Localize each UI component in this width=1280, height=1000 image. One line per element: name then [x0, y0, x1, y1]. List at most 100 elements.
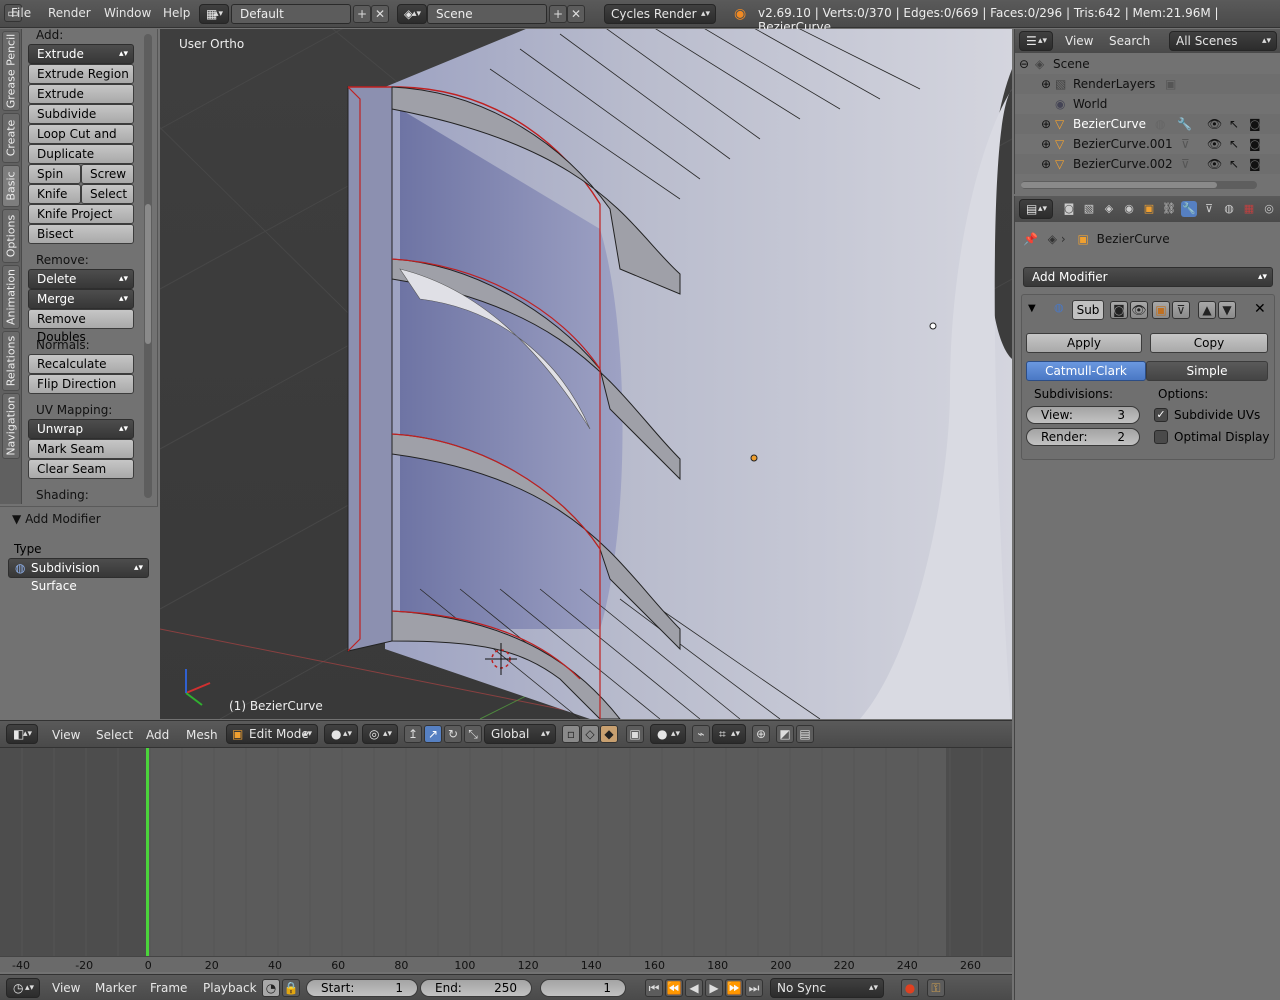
scene-tab-icon[interactable]: ◈ [1101, 201, 1117, 217]
render-layers-tab-icon[interactable]: ▧ [1081, 201, 1097, 217]
current-frame-field[interactable]: 1 [540, 979, 626, 997]
menu-mesh[interactable]: Mesh [186, 728, 218, 742]
face-select-icon[interactable]: ◆ [600, 725, 618, 743]
subdivide-button[interactable]: Subdivide [28, 104, 134, 124]
jump-end-icon[interactable]: ⏭ [745, 979, 763, 997]
expand-icon[interactable]: ⊕ [1041, 154, 1051, 174]
world-tab-icon[interactable]: ◉ [1121, 201, 1137, 217]
snap-element-dropdown[interactable]: ⌗ ▴▾ [712, 724, 746, 744]
prev-keyframe-icon[interactable]: ⏪ [665, 979, 683, 997]
menu-view[interactable]: View [52, 728, 80, 742]
next-keyframe-icon[interactable]: ⏩ [725, 979, 743, 997]
play-icon[interactable]: ▶ [705, 979, 723, 997]
apply-button[interactable]: Apply [1026, 333, 1142, 353]
timeline-menu-marker[interactable]: Marker [95, 981, 136, 995]
visibility-eye-icon[interactable]: 👁 [1207, 154, 1222, 174]
knife-select-button[interactable]: Select [81, 184, 134, 204]
screen-layout-icon-dropdown[interactable]: ▦ ▴▾ [199, 4, 229, 24]
modifier-cage-toggle-icon[interactable]: ⊽ [1172, 301, 1190, 319]
tab-options[interactable]: Options [2, 209, 20, 263]
menu-add[interactable]: Add [146, 728, 169, 742]
modifier-editmode-toggle-icon[interactable]: ▣ [1152, 301, 1170, 319]
3d-viewport[interactable]: User Ortho (1) BezierCurve [160, 29, 1012, 719]
remove-screen-icon[interactable]: ✕ [371, 5, 389, 23]
vertex-select-icon[interactable]: ▫ [562, 725, 580, 743]
outliner-item-scene[interactable]: ⊖ ◈ Scene [1015, 54, 1280, 74]
outliner-menu-search[interactable]: Search [1109, 34, 1150, 48]
end-frame-field[interactable]: End: 250 [420, 979, 532, 997]
remove-scene-icon[interactable]: ✕ [567, 5, 585, 23]
selectable-cursor-icon[interactable]: ↖ [1229, 114, 1239, 134]
jump-start-icon[interactable]: ⏮ [645, 979, 663, 997]
expand-icon[interactable]: ⊕ [1041, 74, 1051, 94]
record-icon[interactable]: ● [901, 979, 919, 997]
add-screen-icon[interactable]: + [353, 5, 371, 23]
view-levels-field[interactable]: View: 3 [1026, 406, 1140, 424]
render-engine-dropdown[interactable]: Cycles Render ▴▾ [604, 4, 716, 24]
scene-field[interactable]: Scene [427, 4, 547, 24]
copy-button[interactable]: Copy [1150, 333, 1268, 353]
selectable-cursor-icon[interactable]: ↖ [1229, 154, 1239, 174]
viewport-scene[interactable] [160, 29, 1012, 719]
properties-editor-type-dropdown[interactable]: ▤ ▴▾ [1019, 199, 1053, 219]
modifier-name-field[interactable]: Sub [1072, 300, 1104, 320]
timeline-editor-type-dropdown[interactable]: ◷ ▴▾ [6, 978, 40, 998]
shading-dropdown[interactable]: ● ▴▾ [324, 724, 358, 744]
render-animation-icon[interactable]: ▤ [796, 725, 814, 743]
lock-range-icon[interactable]: 🔒 [282, 979, 300, 997]
timeline-area[interactable] [0, 748, 1012, 956]
translate-manipulator-icon[interactable]: ↗ [424, 725, 442, 743]
catmull-clark-button[interactable]: Catmull-Clark [1026, 361, 1146, 381]
texture-tab-icon[interactable]: ▦ [1241, 201, 1257, 217]
operator-title[interactable]: ▼ Add Modifier [12, 512, 101, 526]
expand-icon[interactable]: ⊕ [1041, 134, 1051, 154]
outliner-editor-type-dropdown[interactable]: ☰ ▴▾ [1019, 31, 1053, 51]
material-tab-icon[interactable]: ◍ [1221, 201, 1237, 217]
tool-shelf-scroll-thumb[interactable] [145, 204, 151, 344]
tab-navigation[interactable]: Navigation [2, 393, 20, 459]
object-tab-icon[interactable]: ▣ [1141, 201, 1157, 217]
scale-manipulator-icon[interactable]: ⤡ [464, 725, 482, 743]
pin-icon[interactable]: 📌 [1023, 232, 1038, 246]
outliner-hscroll-thumb[interactable] [1021, 182, 1217, 188]
flip-direction-button[interactable]: Flip Direction [28, 374, 134, 394]
screw-button[interactable]: Screw [81, 164, 134, 184]
snap-target-icon[interactable]: ⊕ [752, 725, 770, 743]
start-frame-field[interactable]: Start: 1 [306, 979, 418, 997]
orientation-dropdown[interactable]: Global ▴▾ [484, 724, 556, 744]
delete-dropdown[interactable]: Delete ▴▾ [28, 269, 134, 289]
render-tab-icon[interactable]: ◙ [1061, 201, 1077, 217]
simple-button[interactable]: Simple [1146, 361, 1268, 381]
frame-ruler[interactable]: -40 -20 0 20 40 60 80 100 120 140 160 180 200 220 240 2… [0, 956, 1012, 972]
bisect-button[interactable]: Bisect [28, 224, 134, 244]
constraints-tab-icon[interactable]: ⛓ [1161, 201, 1177, 217]
outliner-item-world[interactable]: ◉ World [1015, 94, 1280, 114]
physics-tab-icon[interactable]: ◎ [1261, 201, 1277, 217]
timeline-menu-frame[interactable]: Frame [150, 981, 187, 995]
pivot-dropdown[interactable]: ◎ ▴▾ [362, 724, 398, 744]
spin-button[interactable]: Spin [28, 164, 81, 184]
modifier-render-toggle-icon[interactable]: ◙ [1110, 301, 1128, 319]
playhead[interactable] [146, 748, 149, 956]
scene-icon-dropdown[interactable]: ◈ ▴▾ [397, 4, 427, 24]
proportional-edit-dropdown[interactable]: ● ▴▾ [650, 724, 686, 744]
timeline-menu-playback[interactable]: Playback [203, 981, 257, 995]
data-tab-icon[interactable]: ⊽ [1201, 201, 1217, 217]
menu-help[interactable]: Help [163, 6, 190, 20]
visibility-eye-icon[interactable]: 👁 [1207, 114, 1222, 134]
expand-icon[interactable]: ⊕ [1041, 114, 1051, 134]
menu-file[interactable]: File [11, 6, 31, 20]
expand-icon[interactable]: ⊖ [1019, 54, 1029, 74]
move-up-icon[interactable]: ▲ [1198, 301, 1216, 319]
renderable-camera-icon[interactable]: ◙ [1249, 114, 1261, 134]
edge-select-icon[interactable]: ◇ [581, 725, 599, 743]
subdivide-uvs-checkbox[interactable]: ✓ [1154, 408, 1168, 422]
extrude-region-button[interactable]: Extrude Region [28, 64, 134, 84]
timeline-menu-view[interactable]: View [52, 981, 80, 995]
manipulator-toggle-icon[interactable]: ↥ [404, 725, 422, 743]
outliner-item-beziercurve[interactable]: ⊕ ▽ BezierCurve ◍ 🔧 👁 ↖ ◙ [1015, 114, 1280, 134]
optimal-display-checkbox[interactable] [1154, 430, 1168, 444]
preview-range-icon[interactable]: ◔ [262, 979, 280, 997]
extrude-individual-button[interactable]: Extrude Individual [28, 84, 134, 119]
render-preview-icon[interactable]: ◩ [776, 725, 794, 743]
